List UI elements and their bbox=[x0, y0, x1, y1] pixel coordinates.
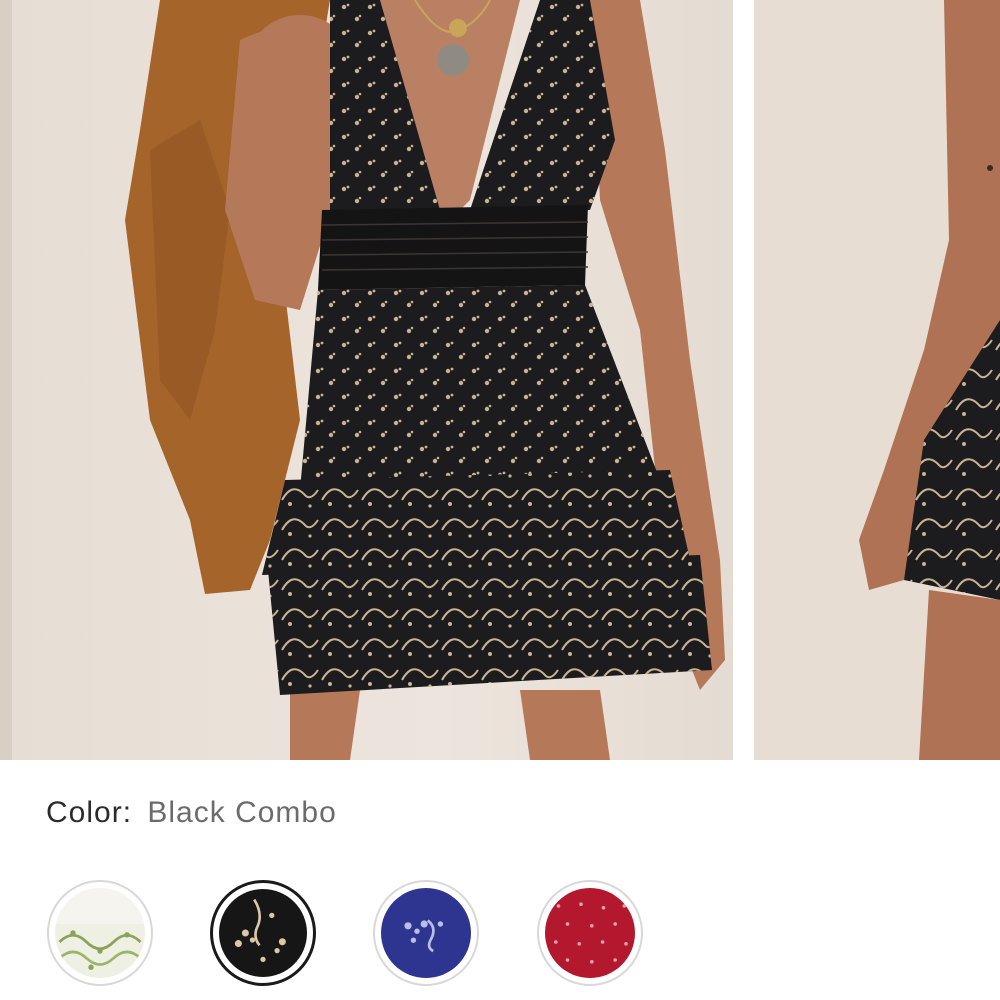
product-image-gallery bbox=[0, 0, 1000, 760]
color-label: Color: Black Combo bbox=[46, 793, 337, 833]
product-image-secondary[interactable] bbox=[754, 0, 1000, 760]
swatch-ivory[interactable] bbox=[47, 880, 153, 986]
swatch-red[interactable] bbox=[537, 880, 643, 986]
dress-photo-main bbox=[0, 0, 733, 760]
product-image-main[interactable] bbox=[0, 0, 733, 760]
swatch-ivory-pattern bbox=[55, 888, 145, 978]
swatch-blue[interactable] bbox=[373, 880, 479, 986]
swatch-blue-pattern bbox=[381, 888, 471, 978]
swatch-red-pattern bbox=[545, 888, 635, 978]
swatch-black-combo-pattern bbox=[219, 889, 307, 977]
swatch-black-combo[interactable] bbox=[210, 880, 316, 986]
dress-photo-secondary bbox=[754, 0, 1000, 760]
color-swatch-list bbox=[0, 880, 1000, 990]
selected-color-name: Black Combo bbox=[147, 796, 337, 829]
color-label-key: Color: bbox=[46, 796, 133, 829]
